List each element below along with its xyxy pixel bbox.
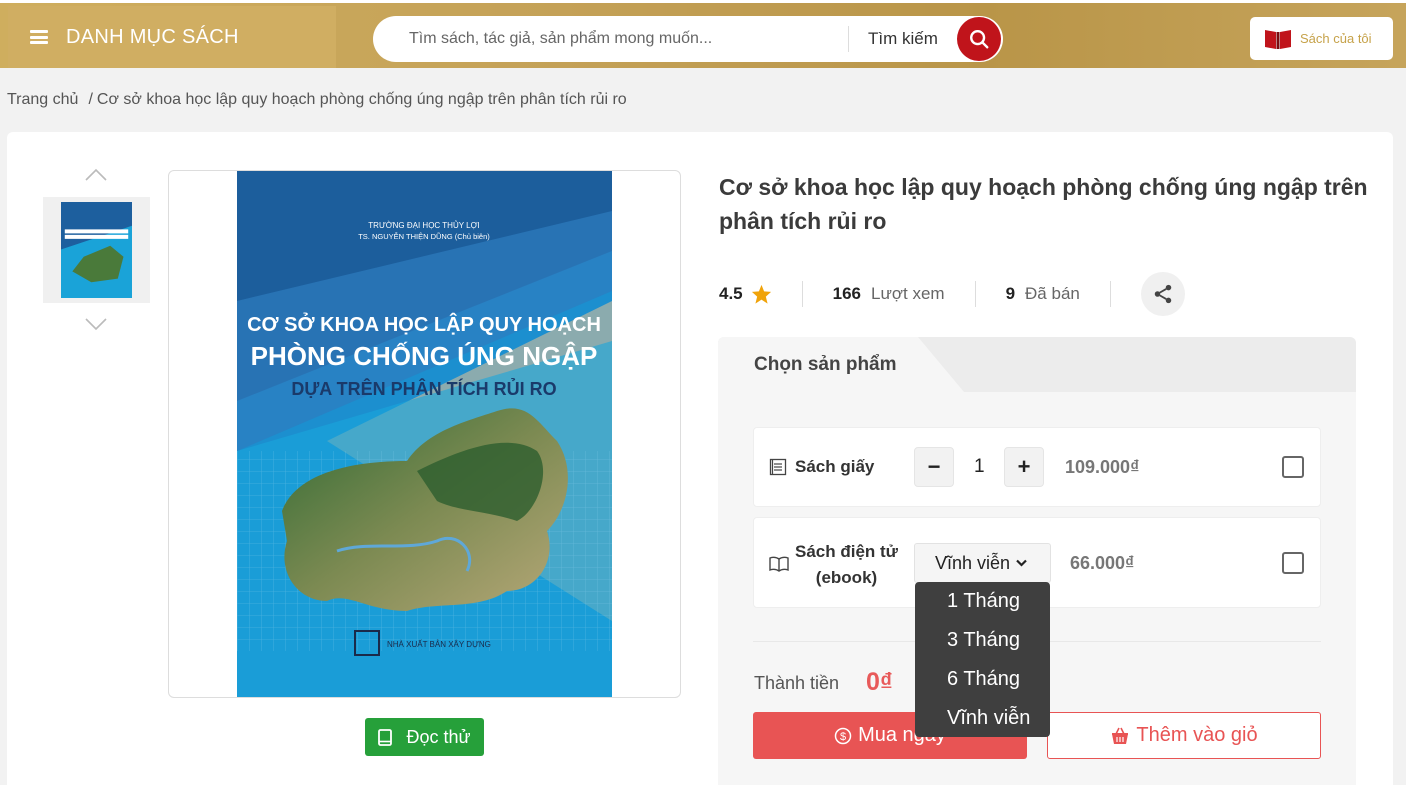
breadcrumb-separator: / [88,91,93,108]
quantity-value: 1 [974,456,985,477]
hamburger-icon [30,30,48,44]
chevron-down-icon[interactable] [84,317,108,331]
star-icon [751,284,771,304]
views-label: Lượt xem [871,284,945,303]
dropdown-option-1-month[interactable]: 1 Tháng [915,584,1050,623]
ebook-label-line1: Sách điện tử [795,542,898,561]
tab-select-product-label: Chọn sản phẩm [754,354,897,375]
search-button[interactable] [957,17,1001,61]
dropdown-option-3-months[interactable]: 3 Tháng [915,623,1050,662]
basket-icon [1112,727,1129,744]
views-stat: 166 Lượt xem [833,284,945,304]
search-label[interactable]: Tìm kiếm [868,29,938,49]
book-icon [378,728,393,746]
my-books-button[interactable]: Sách của tôi [1250,17,1393,60]
ebook-checkbox[interactable] [1282,552,1304,574]
ebook-label-line2: (ebook) [815,568,878,587]
cover-author: TS. NGUYỄN THIỆN DŨNG (Chủ biên) [358,232,490,241]
book-open-icon [769,556,789,572]
share-button[interactable] [1140,272,1185,316]
ebook-price: 66.000₫ [1070,553,1135,573]
ebook-duration-dropdown: 1 Tháng 3 Tháng 6 Tháng Vĩnh viễn [915,582,1050,737]
book-cover-thumbnail [61,202,132,298]
total-label: Thành tiền [754,673,840,693]
dropdown-option-permanent[interactable]: Vĩnh viễn [915,701,1050,740]
breadcrumb: Trang chủ / Cơ sở khoa học lập quy hoạch p… [7,91,627,109]
top-header: DANH MỤC SÁCH Tìm kiếm Sách của tôi [0,0,1406,68]
sold-stat: 9 Đã bán [1006,284,1080,304]
minus-icon: − [927,454,941,479]
search-input[interactable] [409,16,849,62]
breadcrumb-home[interactable]: Trang chủ [7,91,78,108]
quantity-increase-button[interactable]: + [1004,447,1044,487]
dropdown-option-6-months[interactable]: 6 Tháng [915,662,1050,701]
add-to-cart-button[interactable]: Thêm vào giỏ [1047,712,1321,759]
ebook-duration-selected: Vĩnh viễn [935,552,1011,573]
sold-count: 9 [1005,284,1016,303]
cover-publisher: NHÀ XUẤT BẢN XÂY DỰNG [387,639,491,649]
svg-text:$: $ [840,731,846,743]
book-open-icon [1265,29,1291,49]
ebook-duration-select[interactable]: Vĩnh viễn [914,543,1051,583]
stat-divider [1109,281,1111,307]
stat-divider [974,281,976,307]
dollar-icon: $ [834,727,852,744]
rating: 4.5 [719,284,772,304]
book-cover: TRƯỜNG ĐẠI HỌC THỦY LỢI TS. NGUYỄN THIỆN… [237,171,612,697]
main-product-image: TRƯỜNG ĐẠI HỌC THỦY LỢI TS. NGUYỄN THIỆN… [168,170,681,698]
category-menu-label: DANH MỤC SÁCH [66,25,239,48]
sold-label: Đã bán [1025,284,1080,303]
my-books-label: Sách của tôi [1300,31,1372,46]
breadcrumb-current: Cơ sở khoa học lập quy hoạch phòng chống… [96,91,627,108]
read-sample-label: Đọc thử [406,726,471,747]
plus-icon: + [1017,454,1031,479]
stat-divider [801,281,803,307]
search-divider [848,26,849,52]
paper-book-label: Sách giấy [795,457,875,476]
paper-book-checkbox[interactable] [1282,456,1304,478]
document-icon [769,458,787,476]
chevron-up-icon[interactable] [84,168,108,182]
cover-title-line3: DỰA TRÊN PHÂN TÍCH RỦI RO [291,378,556,399]
paper-book-option: Sách giấy − 1 + 109.000₫ [753,427,1321,507]
product-stats: 4.5 166 Lượt xem 9 Đã bán [719,272,1185,316]
views-count: 166 [832,284,862,303]
ebook-label: Sách điện tử (ebook) [795,539,898,591]
total-value: 0₫ [866,668,893,696]
category-menu-button[interactable]: DANH MỤC SÁCH [8,6,336,68]
cover-institution: TRƯỜNG ĐẠI HỌC THỦY LỢI [368,221,479,230]
read-sample-button[interactable]: Đọc thử [365,718,484,756]
add-to-cart-label: Thêm vào giỏ [1136,724,1258,746]
quantity-decrease-button[interactable]: − [914,447,954,487]
paper-book-price: 109.000₫ [1065,457,1140,477]
search-icon [970,30,989,49]
thumbnail-item[interactable] [43,197,150,303]
product-title: Cơ sở khoa học lập quy hoạch phòng chống… [719,174,1368,234]
search-bar: Tìm kiếm [373,16,1003,62]
cover-title-line1: CƠ SỞ KHOA HỌC LẬP QUY HOẠCH [247,312,601,336]
rating-value: 4.5 [719,284,743,303]
cover-title-line2: PHÒNG CHỐNG ÚNG NGẬP [251,341,598,371]
share-icon [1154,284,1172,304]
chevron-down-icon [1016,559,1027,567]
